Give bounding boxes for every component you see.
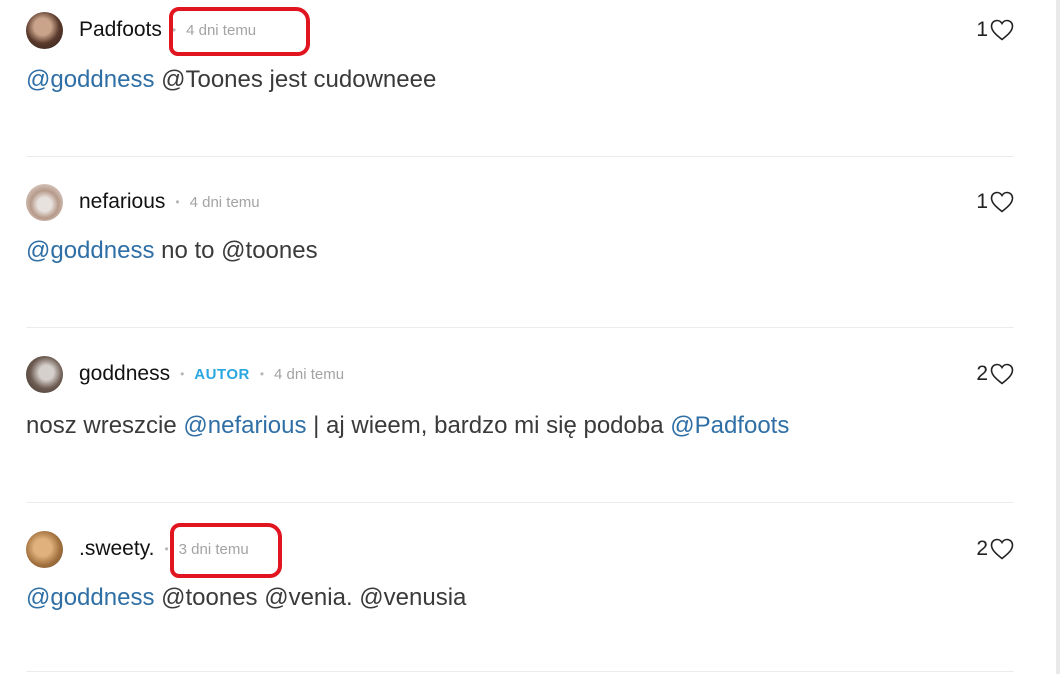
username-link[interactable]: nefarious xyxy=(79,190,165,214)
mention-link[interactable]: @goddness xyxy=(26,584,154,611)
comment-item: Padfoots • 4 dni temu 1 @goddness @Toone… xyxy=(26,11,1014,101)
timestamp: 4 dni temu xyxy=(189,193,260,211)
like-button[interactable]: 2 xyxy=(976,532,1014,566)
avatar[interactable] xyxy=(26,183,63,221)
heart-outline-icon xyxy=(990,19,1014,41)
scrollbar-edge[interactable] xyxy=(1056,0,1060,674)
like-count: 2 xyxy=(976,537,988,560)
author-badge: AUTOR xyxy=(194,365,250,383)
like-button[interactable]: 1 xyxy=(976,185,1014,219)
comment-item: goddness • AUTOR • 4 dni temu 2 nosz wre… xyxy=(26,355,1014,455)
comment-header: goddness • AUTOR • 4 dni temu xyxy=(26,355,344,393)
text-segment: @toones @venia. @venusia xyxy=(154,584,467,611)
mention-link[interactable]: @nefarious xyxy=(183,412,306,439)
mention-link[interactable]: @Padfoots xyxy=(670,412,789,439)
text-segment: no to @toones xyxy=(154,237,318,264)
avatar[interactable] xyxy=(26,11,63,49)
avatar[interactable] xyxy=(26,355,63,393)
mention-link[interactable]: @goddness xyxy=(26,66,154,93)
separator-dot: • xyxy=(164,542,169,556)
like-button[interactable]: 1 xyxy=(976,13,1014,47)
like-count: 1 xyxy=(976,18,988,41)
comment-header: .sweety. • 3 dni temu xyxy=(26,530,249,568)
like-count: 2 xyxy=(976,362,988,385)
separator-dot: • xyxy=(171,23,177,37)
separator-dot: • xyxy=(259,367,265,381)
mention-link[interactable]: @goddness xyxy=(26,237,154,264)
comment-header: nefarious • 4 dni temu xyxy=(26,183,260,221)
comment-text: @goddness @Toones jest cudowneee xyxy=(26,66,436,94)
heart-outline-icon xyxy=(990,363,1014,385)
comment-item: .sweety. • 3 dni temu 2 @goddness @toone… xyxy=(26,530,1014,620)
comment-text: nosz wreszcie @nefarious | aj wieem, bar… xyxy=(26,412,789,440)
divider xyxy=(26,156,1014,157)
comment-header: Padfoots • 4 dni temu xyxy=(26,11,256,49)
heart-outline-icon xyxy=(990,191,1014,213)
username-link[interactable]: .sweety. xyxy=(79,537,154,561)
separator-dot: • xyxy=(180,367,185,381)
like-button[interactable]: 2 xyxy=(976,357,1014,391)
timestamp: 4 dni temu xyxy=(274,365,345,383)
text-segment: nosz wreszcie xyxy=(26,412,184,439)
divider xyxy=(26,671,1014,672)
comment-text: @goddness no to @toones xyxy=(26,237,318,265)
divider xyxy=(26,502,1014,503)
username-link[interactable]: Padfoots xyxy=(79,18,162,42)
text-segment: | aj wieem, bardzo mi się podoba xyxy=(306,412,671,439)
timestamp: 4 dni temu xyxy=(186,21,257,39)
avatar[interactable] xyxy=(26,530,63,568)
comment-item: nefarious • 4 dni temu 1 @goddness no to… xyxy=(26,183,1014,273)
heart-outline-icon xyxy=(990,538,1014,560)
text-segment: @Toones jest cudowneee xyxy=(154,66,437,93)
divider xyxy=(26,327,1014,328)
like-count: 1 xyxy=(976,190,988,213)
timestamp: 3 dni temu xyxy=(178,540,249,558)
comment-text: @goddness @toones @venia. @venusia xyxy=(26,584,466,612)
username-link[interactable]: goddness xyxy=(79,362,170,386)
separator-dot: • xyxy=(175,195,180,209)
